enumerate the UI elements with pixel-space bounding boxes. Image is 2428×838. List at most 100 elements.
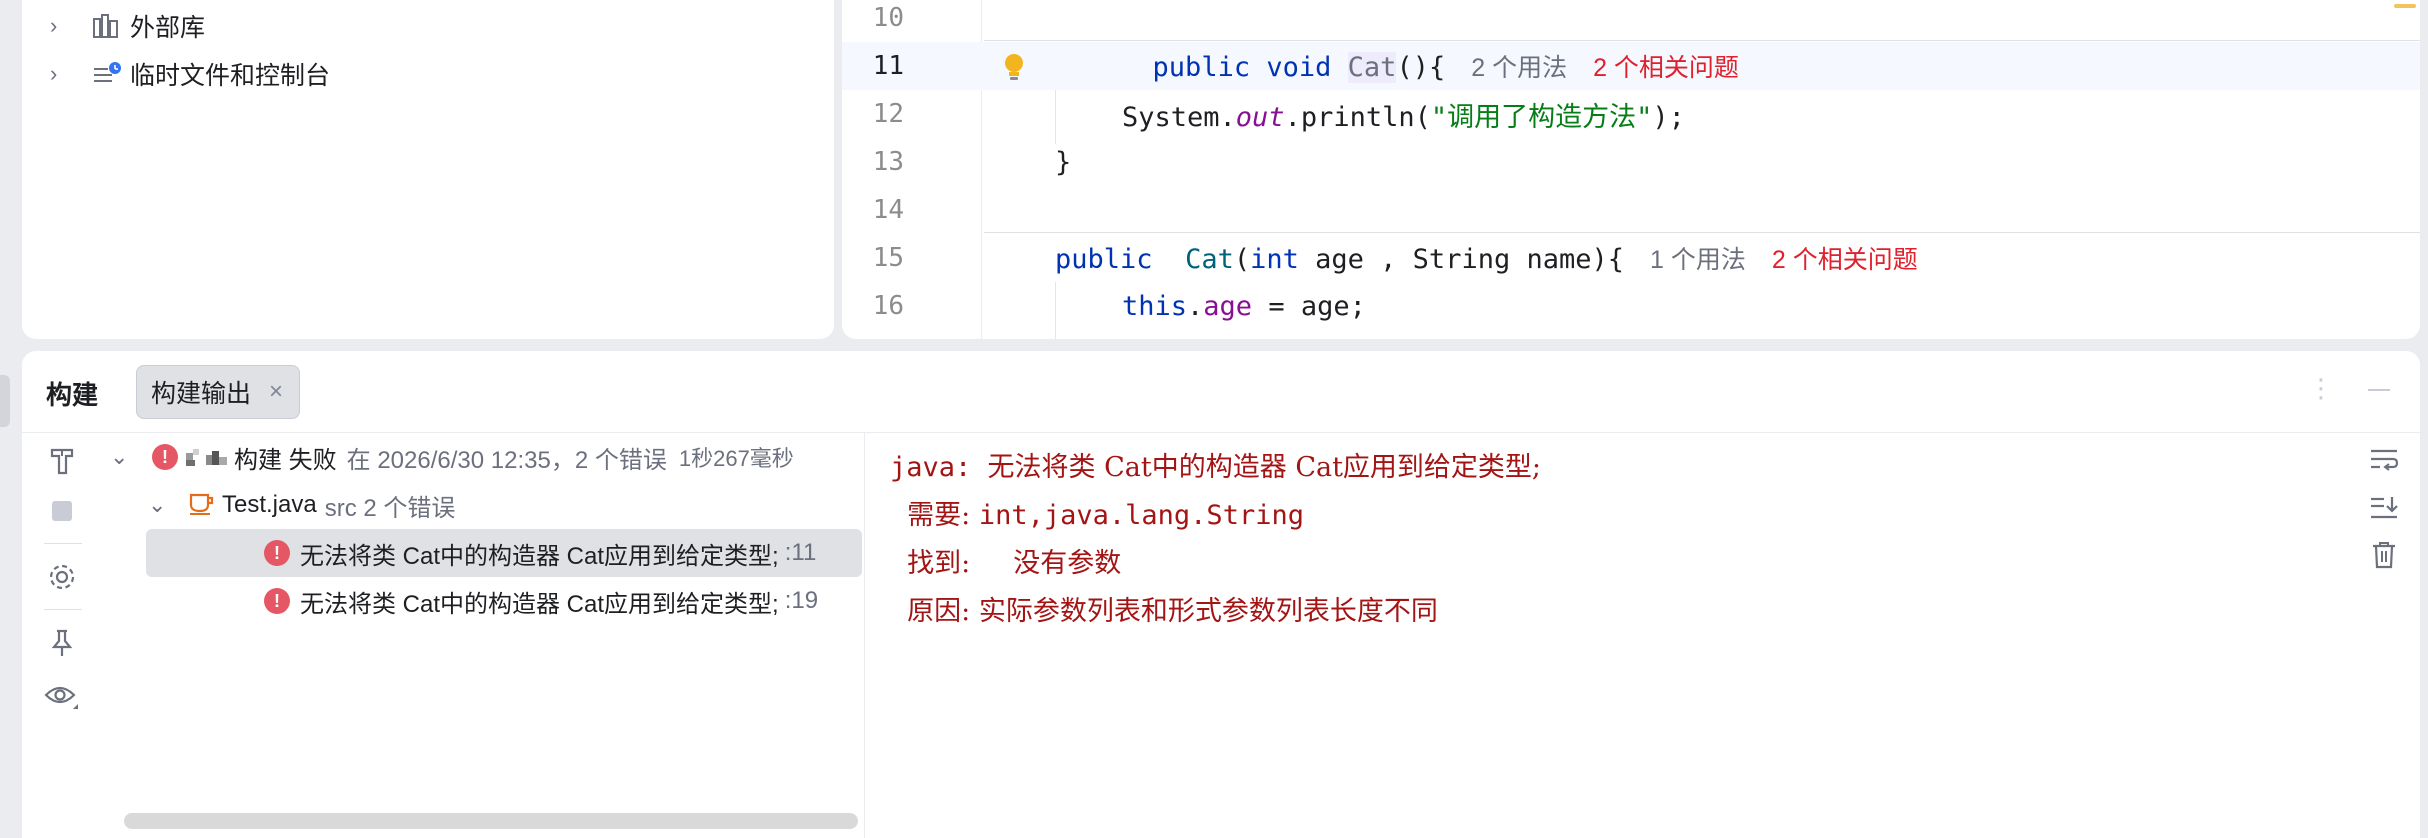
- line-number: 16: [872, 291, 904, 321]
- lightbulb-icon[interactable]: [1002, 52, 1026, 89]
- build-error-item[interactable]: ! 无法将类 Cat中的构造器 Cat应用到给定类型; :19: [146, 577, 862, 625]
- eye-icon[interactable]: [42, 676, 82, 716]
- usages-hint[interactable]: 2 个用法: [1471, 54, 1567, 82]
- usages-hint[interactable]: 1 个用法: [1650, 246, 1746, 274]
- minimize-icon[interactable]: [2368, 389, 2390, 391]
- console-line: java: 无法将类 Cat中的构造器 Cat应用到给定类型;: [890, 445, 1541, 484]
- tree-item-scratches[interactable]: › 临时文件和控制台: [22, 52, 330, 96]
- error-line: :11: [784, 539, 817, 566]
- stop-icon[interactable]: [42, 491, 82, 531]
- console-value: int,java.lang.String: [978, 500, 1304, 531]
- related-problems-hint[interactable]: 2 个相关问题: [1593, 54, 1739, 82]
- code-line[interactable]: 13 }: [842, 138, 2420, 186]
- java-file-icon: [188, 489, 216, 522]
- file-details: src 2 个错误: [324, 494, 456, 522]
- keyword: this: [1122, 290, 1188, 322]
- build-console-output[interactable]: java: 无法将类 Cat中的构造器 Cat应用到给定类型; 需要: int,…: [890, 433, 2310, 838]
- method-separator: [984, 232, 2420, 233]
- hammer-icon[interactable]: [42, 441, 82, 481]
- code-editor[interactable]: 10 11 public void Cat(){2 个用法 2 个相关问题 12 …: [842, 0, 2420, 339]
- chevron-down-icon[interactable]: ⌄: [110, 444, 136, 470]
- build-tree-root[interactable]: ⌄ ! 构建 失败 在 2026/6/30 12:35，2 个错误 1秒267毫…: [102, 433, 794, 481]
- line-number: 14: [872, 195, 904, 225]
- build-tool-window: 构建 构建输出 × ⋮ ⌄ ! 构建 失败 在 2026/6/30 12:35，…: [22, 351, 2420, 838]
- project-avatar-icon: [184, 445, 230, 469]
- error-icon: !: [264, 588, 290, 614]
- console-line: 需要: int,java.lang.String: [890, 493, 1304, 532]
- library-icon: [92, 13, 122, 39]
- code-line[interactable]: 12 System.out.println("调用了构造方法");: [842, 90, 2420, 138]
- console-prefix: java:: [890, 452, 988, 483]
- tree-item-external-libraries[interactable]: › 外部库: [22, 4, 205, 48]
- soft-wrap-icon[interactable]: [2364, 439, 2404, 479]
- build-duration: 1秒267毫秒: [678, 446, 794, 471]
- chevron-right-icon[interactable]: ›: [50, 61, 70, 87]
- build-toolbar: [22, 433, 102, 838]
- keyword: public: [1152, 52, 1251, 83]
- string-literal: "调用了构造方法": [1430, 101, 1653, 133]
- code-text: .: [1187, 290, 1204, 322]
- tree-item-label: 临时文件和控制台: [130, 62, 331, 90]
- code-text: }: [1055, 146, 1072, 178]
- build-status: 构建 失败: [234, 446, 337, 474]
- console-label: 需要:: [890, 500, 979, 531]
- code-line[interactable]: 14: [842, 186, 2420, 234]
- code-text: (: [1233, 244, 1251, 275]
- code-text: = age;: [1252, 290, 1366, 322]
- line-number: 13: [872, 147, 904, 177]
- build-tree-file[interactable]: ⌄ Test.java src 2 个错误: [102, 481, 455, 529]
- line-number: 12: [872, 99, 904, 129]
- keyword: int: [1250, 244, 1299, 275]
- scratches-icon: [92, 61, 122, 87]
- build-tree: ⌄ ! 构建 失败 在 2026/6/30 12:35，2 个错误 1秒267毫…: [102, 433, 864, 838]
- chevron-down-icon[interactable]: ⌄: [148, 492, 174, 518]
- code-text: age , String name){: [1298, 244, 1624, 275]
- code-line[interactable]: 15 public Cat(int age , String name){ 1 个…: [842, 234, 2420, 282]
- line-number: 11: [872, 51, 904, 81]
- chevron-right-icon[interactable]: ›: [50, 13, 70, 39]
- error-message: 无法将类 Cat中的构造器 Cat应用到给定类型;: [300, 542, 779, 570]
- trash-icon[interactable]: [2364, 535, 2404, 575]
- code-text: System.: [1122, 101, 1236, 133]
- constructor-name: Cat: [1185, 244, 1234, 275]
- more-options-icon[interactable]: ⋮: [2308, 373, 2334, 404]
- console-value: 实际参数列表和形式参数列表长度不同: [978, 596, 1438, 627]
- keyword: public: [1055, 244, 1153, 275]
- build-details: 在 2026/6/30 12:35，2 个错误: [346, 446, 667, 474]
- console-message: 无法将类 Cat中的构造器 Cat应用到给定类型;: [987, 452, 1542, 483]
- console-toolbar: [2350, 433, 2420, 838]
- project-tree-panel: › 外部库 › 临时文件和控制台: [22, 0, 834, 339]
- tool-window-title[interactable]: 构建: [46, 375, 98, 412]
- tree-item-label: 外部库: [130, 14, 206, 42]
- tab-label: 构建输出: [151, 380, 252, 408]
- error-line: :19: [784, 587, 819, 614]
- constructor-name: Cat: [1347, 52, 1397, 83]
- tab-build-output[interactable]: 构建输出 ×: [136, 365, 300, 419]
- toolbar-divider: [44, 543, 82, 544]
- static-field: out: [1235, 101, 1285, 133]
- console-line: 原因: 实际参数列表和形式参数列表长度不同: [890, 589, 1438, 628]
- scroll-to-end-icon[interactable]: [2364, 487, 2404, 527]
- code-text: );: [1652, 101, 1685, 133]
- related-problems-hint[interactable]: 2 个相关问题: [1772, 246, 1918, 274]
- code-text: .println(: [1284, 101, 1431, 133]
- code-text: (){: [1396, 52, 1446, 83]
- close-icon[interactable]: ×: [269, 378, 283, 406]
- build-error-item[interactable]: ! 无法将类 Cat中的构造器 Cat应用到给定类型; :11: [146, 529, 862, 577]
- line-number: 15: [872, 243, 904, 273]
- pin-icon[interactable]: [42, 623, 82, 663]
- code-line[interactable]: 16 this.age = age;: [842, 282, 2420, 330]
- file-name: Test.java: [222, 491, 317, 518]
- tool-window-header: 构建 构建输出 × ⋮: [22, 351, 2420, 433]
- gear-icon[interactable]: [42, 557, 82, 597]
- toolbar-divider: [44, 609, 82, 610]
- keyword: void: [1266, 52, 1332, 83]
- horizontal-scrollbar[interactable]: [124, 813, 858, 829]
- console-label: 原因:: [890, 596, 979, 627]
- code-line-current[interactable]: 11 public void Cat(){ 2 个用法 2 个相关问题: [842, 42, 2420, 90]
- console-label: 找到:: [890, 548, 979, 579]
- tool-window-stripe-button[interactable]: [0, 375, 10, 427]
- splitter[interactable]: [864, 433, 865, 838]
- error-message: 无法将类 Cat中的构造器 Cat应用到给定类型;: [300, 590, 779, 618]
- field-name: age: [1203, 290, 1253, 322]
